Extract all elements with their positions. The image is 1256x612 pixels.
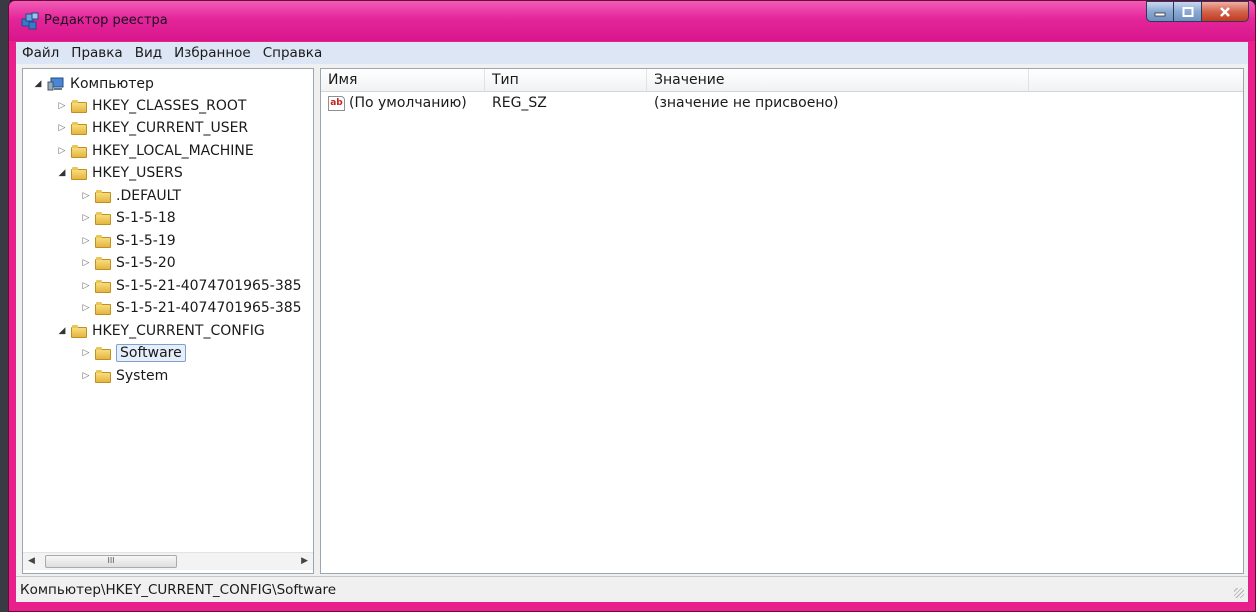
folder-icon	[95, 234, 111, 248]
minimize-icon	[1154, 12, 1166, 16]
collapse-arrow-icon[interactable]: ◢	[33, 79, 43, 89]
folder-icon	[95, 279, 111, 293]
maximize-button[interactable]	[1174, 1, 1202, 22]
expand-arrow-icon[interactable]: ▷	[81, 191, 91, 201]
tree-item-label: HKEY_USERS	[92, 165, 183, 181]
tree-item-software[interactable]: ▷ Software	[81, 342, 186, 364]
tree-item-system[interactable]: ▷ System	[81, 365, 169, 387]
tree-item-label: S-1-5-20	[116, 255, 176, 271]
computer-icon	[47, 77, 64, 91]
tree-item-label: S-1-5-21-4074701965-385	[116, 300, 302, 316]
expand-arrow-icon[interactable]: ▷	[81, 303, 91, 313]
expand-arrow-icon[interactable]: ▷	[81, 213, 91, 223]
title-bar[interactable]: Редактор реестра	[9, 1, 1255, 41]
tree-item-s-1-5-21-b[interactable]: ▷ S-1-5-21-4074701965-385	[81, 297, 302, 319]
value-type: REG_SZ	[492, 95, 547, 111]
tree-item-hkey-users[interactable]: ◢ HKEY_USERS	[57, 162, 183, 184]
menu-bar: Файл Правка Вид Избранное Справка	[16, 42, 1248, 64]
value-name: (По умолчанию)	[349, 95, 467, 111]
collapse-arrow-icon[interactable]: ◢	[57, 326, 67, 336]
scroll-left-arrow-icon[interactable]: ◀	[28, 556, 35, 566]
folder-icon	[71, 144, 87, 158]
tree-item-label-selected: Software	[116, 344, 186, 362]
string-value-icon: ab	[328, 95, 345, 111]
folder-icon	[71, 324, 87, 338]
folder-icon	[95, 369, 111, 383]
menu-edit[interactable]: Правка	[65, 45, 128, 61]
folder-icon	[95, 256, 111, 270]
values-list[interactable]: Имя Тип Значение ab (По умолчанию) REG_SZ…	[320, 68, 1244, 574]
menu-help[interactable]: Справка	[257, 45, 328, 61]
tree-item-hkey-classes-root[interactable]: ▷ HKEY_CLASSES_ROOT	[57, 95, 247, 117]
expand-arrow-icon[interactable]: ▷	[81, 258, 91, 268]
status-path: Компьютер\HKEY_CURRENT_CONFIG\Software	[20, 582, 337, 598]
folder-icon	[95, 346, 111, 360]
close-icon	[1220, 6, 1230, 17]
expand-arrow-icon[interactable]: ▷	[57, 101, 67, 111]
expand-arrow-icon[interactable]: ▷	[57, 146, 67, 156]
folder-icon	[95, 211, 111, 225]
expand-arrow-icon[interactable]: ▷	[81, 371, 91, 381]
tree-item-hkey-local-machine[interactable]: ▷ HKEY_LOCAL_MACHINE	[57, 140, 254, 162]
client-area: ◢ Компьютер ▷ HKEY_CLASSES_ROOT ▷ HKEY_C…	[16, 64, 1248, 576]
tree-item-label: HKEY_CURRENT_CONFIG	[92, 323, 265, 339]
tree-item-label: HKEY_CLASSES_ROOT	[92, 98, 247, 114]
close-button[interactable]	[1202, 1, 1249, 22]
window-title: Редактор реестра	[44, 13, 168, 28]
tree-item-label: HKEY_LOCAL_MACHINE	[92, 143, 254, 159]
list-row[interactable]: ab (По умолчанию) REG_SZ (значение не при…	[321, 92, 1243, 114]
expand-arrow-icon[interactable]: ▷	[81, 236, 91, 246]
column-header-value[interactable]: Значение	[647, 69, 1029, 91]
value-data: (значение не присвоено)	[654, 95, 839, 111]
tree-item-label: System	[116, 368, 169, 384]
menu-file[interactable]: Файл	[16, 45, 65, 61]
folder-icon	[95, 189, 111, 203]
tree-item-s-1-5-19[interactable]: ▷ S-1-5-19	[81, 230, 176, 252]
collapse-arrow-icon[interactable]: ◢	[57, 168, 67, 178]
registry-tree[interactable]: ◢ Компьютер ▷ HKEY_CLASSES_ROOT ▷ HKEY_C…	[22, 68, 314, 574]
folder-icon	[71, 99, 87, 113]
tree-item-computer[interactable]: ◢ Компьютер	[33, 73, 154, 95]
status-bar: Компьютер\HKEY_CURRENT_CONFIG\Software	[16, 576, 1248, 602]
tree-item-hkey-current-config[interactable]: ◢ HKEY_CURRENT_CONFIG	[57, 320, 265, 342]
resize-grip-icon[interactable]	[1234, 588, 1244, 598]
tree-item-label: .DEFAULT	[116, 188, 182, 204]
tree-item-s-1-5-21-a[interactable]: ▷ S-1-5-21-4074701965-385	[81, 275, 302, 297]
registry-editor-app-icon	[21, 12, 39, 30]
tree-horizontal-scrollbar[interactable]: ◀ III ▶	[23, 552, 313, 570]
folder-icon	[71, 121, 87, 135]
value-name-cell: ab (По умолчанию)	[328, 92, 467, 114]
tree-item-default[interactable]: ▷ .DEFAULT	[81, 185, 182, 207]
expand-arrow-icon[interactable]: ▷	[81, 281, 91, 291]
column-header-name[interactable]: Имя	[321, 69, 485, 91]
tree-item-hkey-current-user[interactable]: ▷ HKEY_CURRENT_USER	[57, 117, 249, 139]
folder-icon	[95, 301, 111, 315]
expand-arrow-icon[interactable]: ▷	[81, 348, 91, 358]
tree-item-label: HKEY_CURRENT_USER	[92, 120, 249, 136]
column-header-type[interactable]: Тип	[485, 69, 647, 91]
tree-item-label: Компьютер	[70, 76, 154, 92]
scrollbar-grip: III	[107, 556, 115, 565]
scrollbar-thumb[interactable]: III	[45, 555, 177, 568]
minimize-button[interactable]	[1146, 1, 1174, 22]
tree-item-label: S-1-5-18	[116, 210, 176, 226]
tree-item-label: S-1-5-21-4074701965-385	[116, 278, 302, 294]
menu-favorites[interactable]: Избранное	[168, 45, 257, 61]
caption-buttons	[1146, 1, 1249, 23]
maximize-icon	[1182, 6, 1193, 17]
folder-icon	[71, 166, 87, 180]
menu-view[interactable]: Вид	[129, 45, 168, 61]
list-header: Имя Тип Значение	[321, 69, 1243, 92]
expand-arrow-icon[interactable]: ▷	[57, 123, 67, 133]
tree-item-s-1-5-18[interactable]: ▷ S-1-5-18	[81, 207, 176, 229]
tree-item-s-1-5-20[interactable]: ▷ S-1-5-20	[81, 252, 176, 274]
registry-editor-window: Редактор реестра Файл Правка Вид Избранн…	[8, 0, 1256, 612]
scroll-right-arrow-icon[interactable]: ▶	[301, 556, 308, 566]
tree-item-label: S-1-5-19	[116, 233, 176, 249]
